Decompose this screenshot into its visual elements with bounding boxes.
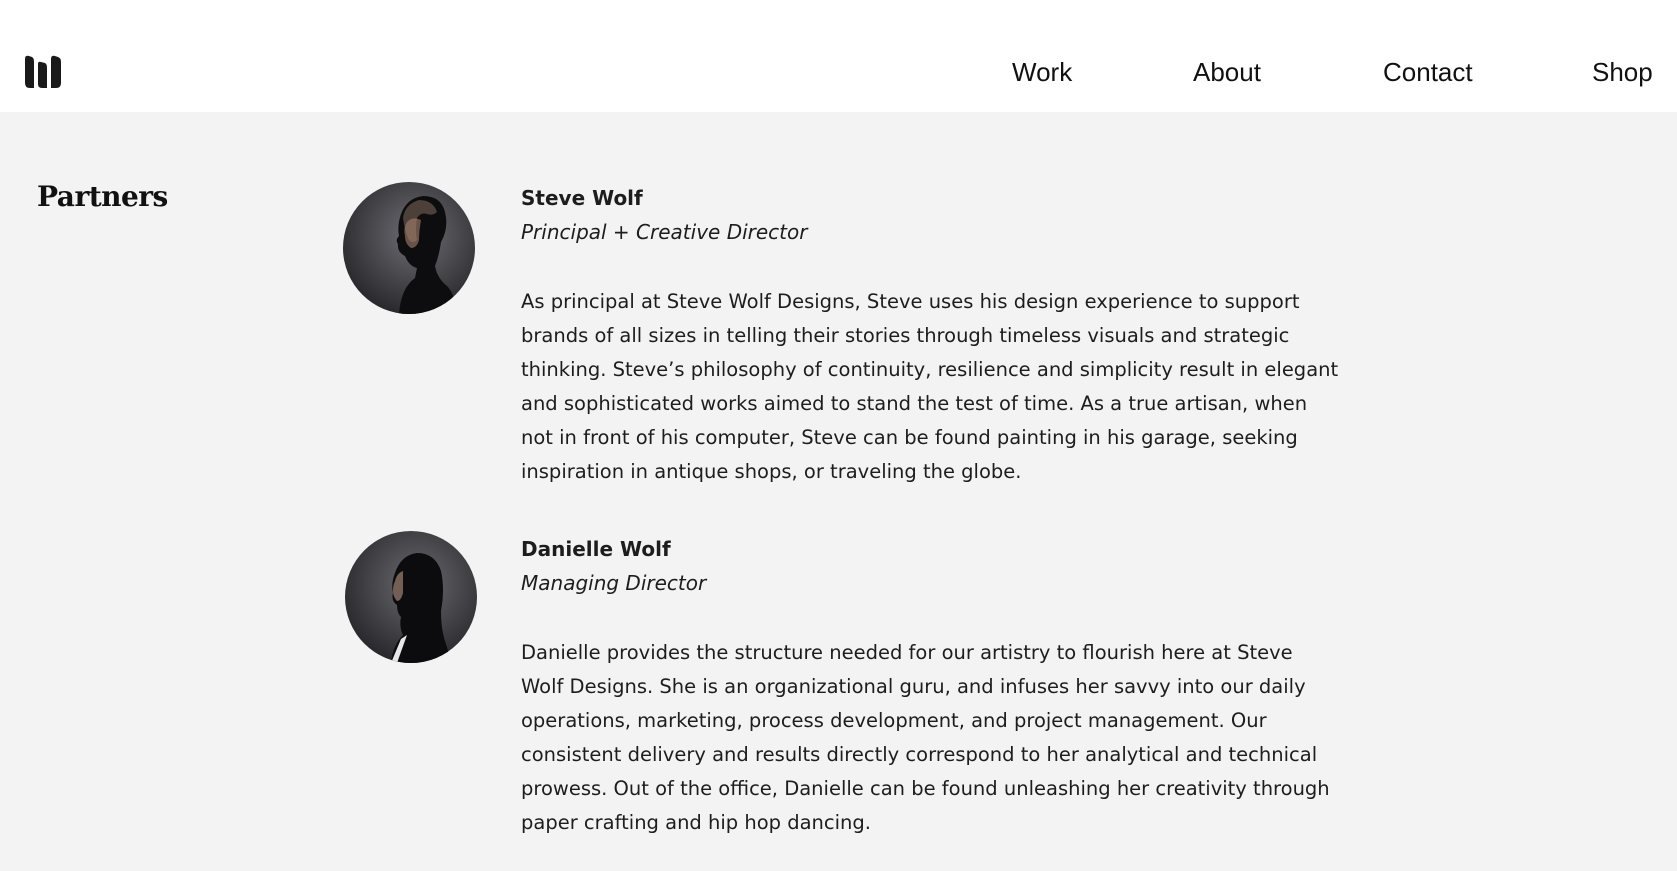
nav-work-link[interactable]: Work: [1012, 54, 1072, 90]
wolf-w-logo-icon: [25, 55, 61, 88]
nav-contact-link[interactable]: Contact: [1383, 54, 1473, 90]
home-logo-link[interactable]: [24, 54, 62, 90]
steve-wolf-portrait: [343, 182, 475, 314]
partner-role: Principal + Creative Director: [521, 220, 808, 244]
partner-name: Steve Wolf: [521, 186, 643, 210]
nav-shop-link[interactable]: Shop: [1592, 54, 1653, 90]
danielle-wolf-portrait: [345, 531, 477, 663]
partner-bio: Danielle provides the structure needed f…: [521, 641, 1330, 834]
partner-name: Danielle Wolf: [521, 537, 671, 561]
section-title: Partners: [37, 180, 168, 213]
site-header: Work About Contact Shop: [0, 0, 1677, 112]
partner-bio: As principal at Steve Wolf Designs, Stev…: [521, 290, 1339, 483]
nav-about-link[interactable]: About: [1193, 54, 1261, 90]
partner-role: Managing Director: [521, 571, 707, 595]
